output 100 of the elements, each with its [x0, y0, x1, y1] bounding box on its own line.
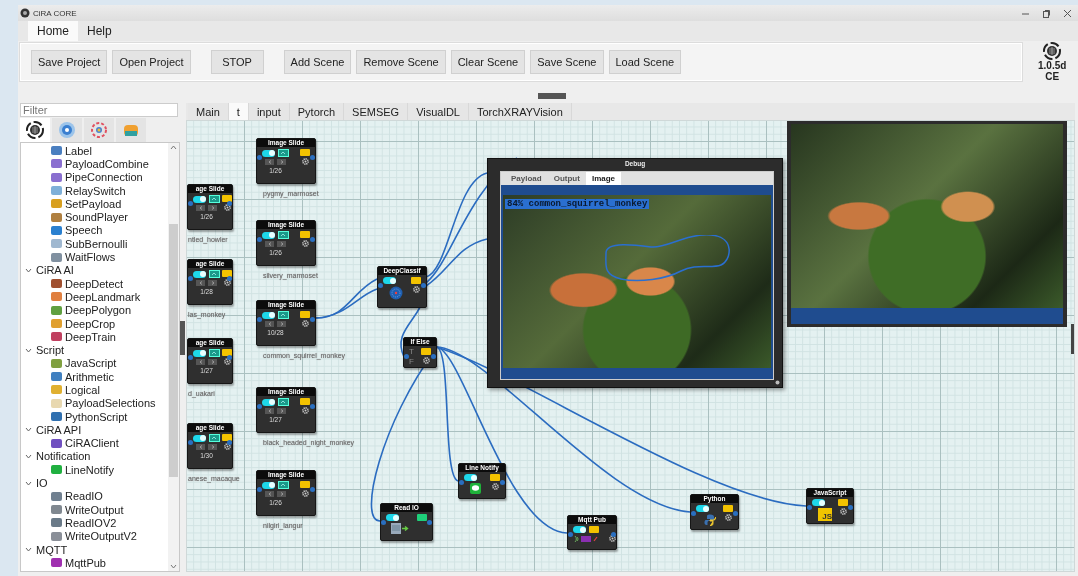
collapse-handle[interactable]: [180, 320, 185, 355]
toggle-switch[interactable]: [383, 277, 396, 284]
port-dot[interactable]: [381, 520, 386, 525]
next-button[interactable]: [208, 205, 217, 211]
toggle-switch[interactable]: [262, 231, 275, 239]
gear-icon[interactable]: [301, 320, 309, 327]
gear-icon[interactable]: [491, 483, 499, 490]
port-dot[interactable]: [310, 317, 315, 322]
tree-item[interactable]: PayloadSelections: [21, 396, 168, 410]
tree-item[interactable]: Speech: [21, 223, 168, 238]
tree-item[interactable]: PipeConnection: [21, 170, 168, 184]
tree-item[interactable]: CiRAClient: [21, 436, 168, 450]
tree-item[interactable]: JavaScript: [21, 356, 168, 371]
port-dot[interactable]: [188, 440, 193, 445]
toolbar-button[interactable]: STOP: [210, 50, 264, 74]
gear-icon[interactable]: [301, 240, 309, 247]
tree-item[interactable]: WriteOutputV2: [21, 529, 168, 543]
toggle-switch[interactable]: [386, 514, 399, 521]
scroll-handle[interactable]: [1071, 324, 1074, 354]
port-dot[interactable]: [227, 355, 232, 360]
tree-item[interactable]: SetPayload: [21, 197, 168, 211]
gear-icon[interactable]: [724, 514, 732, 521]
tree-item[interactable]: LineNotify: [21, 463, 168, 477]
next-button[interactable]: [208, 444, 217, 450]
port-dot[interactable]: [227, 440, 232, 445]
toolbar-button[interactable]: Remove Scene: [356, 50, 446, 74]
tree-item[interactable]: RelaySwitch: [21, 183, 168, 198]
gear-icon[interactable]: [223, 358, 231, 365]
port-dot[interactable]: [378, 283, 383, 288]
port-dot[interactable]: [807, 505, 812, 510]
port-dot[interactable]: [310, 237, 315, 242]
tree-item[interactable]: DeepTrain: [21, 330, 168, 344]
tree-group[interactable]: CiRA AI: [21, 263, 168, 277]
toggle-switch[interactable]: [262, 311, 275, 319]
scrollbar-thumb[interactable]: [169, 224, 178, 477]
toggle-switch[interactable]: [193, 349, 206, 357]
gear-icon[interactable]: [223, 204, 231, 211]
port-dot[interactable]: [427, 520, 432, 525]
port-dot[interactable]: [733, 511, 738, 516]
port-dot[interactable]: [459, 480, 464, 485]
next-button[interactable]: [277, 241, 286, 247]
port-dot[interactable]: [500, 480, 505, 485]
scrollbar[interactable]: [168, 143, 179, 571]
toggle-switch[interactable]: [696, 505, 709, 512]
menu-tab[interactable]: Help: [78, 21, 121, 41]
tree-group[interactable]: IO: [21, 476, 168, 490]
gear-icon[interactable]: [301, 158, 309, 165]
port-dot[interactable]: [431, 354, 436, 359]
next-button[interactable]: [208, 359, 217, 365]
gear-icon[interactable]: [223, 279, 231, 286]
gear-icon[interactable]: [412, 286, 420, 293]
tree-item[interactable]: DeepLandmark: [21, 290, 168, 304]
menu-tab[interactable]: Home: [28, 21, 78, 41]
toggle-switch[interactable]: [262, 481, 275, 489]
port-dot[interactable]: [310, 487, 315, 492]
tree-group[interactable]: Notification: [21, 449, 168, 464]
toggle-switch[interactable]: [193, 270, 206, 278]
palette-tab[interactable]: [20, 118, 50, 142]
toggle-switch[interactable]: [262, 398, 275, 406]
port-dot[interactable]: [227, 201, 232, 206]
toggle-switch[interactable]: [193, 434, 206, 442]
gear-icon[interactable]: [301, 490, 309, 497]
tree-item[interactable]: ReadIOV2: [21, 516, 168, 530]
toggle-switch[interactable]: [812, 499, 825, 506]
splitter-handle[interactable]: [538, 93, 566, 99]
next-button[interactable]: [277, 321, 286, 327]
toolbar-button[interactable]: Save Project: [31, 50, 108, 74]
port-dot[interactable]: [310, 404, 315, 409]
tree-item[interactable]: DeepCrop: [21, 316, 168, 331]
next-button[interactable]: [277, 159, 286, 165]
panel-tab[interactable]: Image: [585, 172, 622, 185]
port-dot[interactable]: [188, 276, 193, 281]
port-dot[interactable]: [188, 355, 193, 360]
tree-item[interactable]: DeepPolygon: [21, 303, 168, 317]
gear-icon[interactable]: [223, 443, 231, 450]
toolbar-button[interactable]: Open Project: [112, 50, 191, 74]
toggle-switch[interactable]: [464, 474, 477, 481]
port-dot[interactable]: [568, 532, 573, 537]
port-dot[interactable]: [257, 404, 262, 409]
tree-item[interactable]: SubBernoulli: [21, 237, 168, 251]
toggle-switch[interactable]: [193, 195, 206, 203]
gear-icon[interactable]: [422, 357, 430, 364]
tree-group[interactable]: Script: [21, 343, 168, 357]
port-dot[interactable]: [257, 155, 262, 160]
tree-item[interactable]: WaitFlows: [21, 250, 168, 264]
tree-item[interactable]: SoundPlayer: [21, 210, 168, 224]
port-dot[interactable]: [257, 317, 262, 322]
tree-item[interactable]: DeepDetect: [21, 276, 168, 291]
toolbar-button[interactable]: Clear Scene: [450, 50, 526, 74]
port-dot[interactable]: [257, 487, 262, 492]
port-dot[interactable]: [848, 505, 853, 510]
port-dot[interactable]: [310, 155, 315, 160]
next-button[interactable]: [277, 408, 286, 414]
tree-item[interactable]: PayloadCombine: [21, 157, 168, 171]
port-dot[interactable]: [404, 354, 409, 359]
filter-field[interactable]: Filter: [20, 103, 178, 117]
port-dot[interactable]: [611, 532, 616, 537]
port-dot[interactable]: [691, 511, 696, 516]
gear-icon[interactable]: [839, 508, 847, 515]
tree-item[interactable]: PythonScript: [21, 409, 168, 424]
